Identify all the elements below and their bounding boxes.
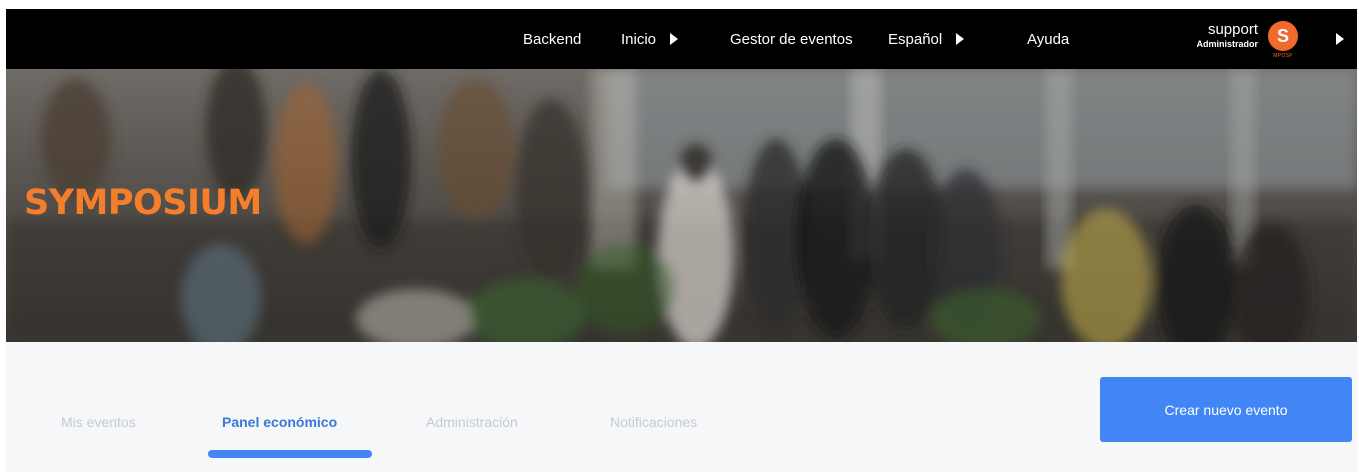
tab-mis-eventos[interactable]: Mis eventos xyxy=(61,414,136,430)
nav-ayuda-label: Ayuda xyxy=(1027,30,1070,48)
user-menu-caret-icon[interactable] xyxy=(1336,33,1344,45)
nav-backend-label: Backend xyxy=(523,30,582,48)
app-frame: Backend Inicio Gestor de eventos Español… xyxy=(6,9,1357,472)
hero-banner: SYMPOSIUM xyxy=(6,69,1357,342)
tab-panel-economico[interactable]: Panel económico xyxy=(222,414,337,430)
nav-ayuda[interactable]: Ayuda xyxy=(1027,9,1069,69)
tab-notificaciones[interactable]: Notificaciones xyxy=(610,414,697,430)
create-event-button[interactable]: Crear nuevo evento xyxy=(1100,377,1352,442)
avatar-tag: MPOSP xyxy=(1273,53,1293,59)
nav-language[interactable]: Español xyxy=(888,9,965,69)
top-nav-bar: Backend Inicio Gestor de eventos Español… xyxy=(6,9,1357,69)
nav-inicio[interactable]: Inicio xyxy=(621,9,679,69)
nav-language-label: Español xyxy=(888,30,943,48)
nav-gestor-eventos[interactable]: Gestor de eventos xyxy=(730,9,853,69)
caret-right-icon xyxy=(956,33,965,45)
avatar[interactable]: S xyxy=(1268,21,1298,51)
user-name: support xyxy=(1207,21,1258,38)
tab-administracion[interactable]: Administración xyxy=(426,414,518,430)
tab-bar: Mis eventos Panel económico Administraci… xyxy=(6,342,1357,472)
active-tab-indicator xyxy=(208,450,372,458)
nav-gestor-label: Gestor de eventos xyxy=(730,30,853,48)
caret-right-icon xyxy=(670,33,679,45)
brand-logo-text: SYMPOSIUM xyxy=(24,183,262,223)
user-role: Administrador xyxy=(1196,39,1258,49)
nav-backend[interactable]: Backend xyxy=(523,9,581,69)
nav-inicio-label: Inicio xyxy=(621,30,657,48)
user-info[interactable]: support Administrador xyxy=(1178,22,1258,50)
